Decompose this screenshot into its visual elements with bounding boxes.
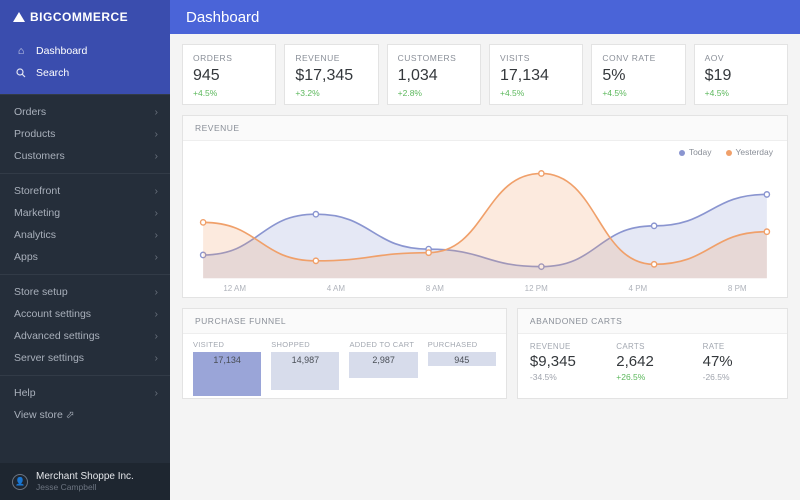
funnel-shopped: SHOPPED 14,987 <box>271 340 339 398</box>
nav-storefront[interactable]: Storefront› <box>0 180 170 202</box>
store-name: Merchant Shoppe Inc. <box>36 471 134 482</box>
panel-title: REVENUE <box>183 116 787 141</box>
legend-dot-today <box>679 150 685 156</box>
chevron-right-icon: › <box>155 207 159 219</box>
kpi-visits[interactable]: VISITS 17,134 +4.5% <box>489 44 583 105</box>
page-header: Dashboard <box>170 0 800 34</box>
abandoned-carts-panel: ABANDONED CARTS REVENUE $9,345 -34.5% CA… <box>517 308 788 399</box>
funnel-purchased: PURCHASED 945 <box>428 340 496 398</box>
search-icon <box>14 68 28 78</box>
home-icon: ⌂ <box>14 45 28 57</box>
nav-search[interactable]: Search <box>0 62 170 84</box>
page-title: Dashboard <box>186 9 259 26</box>
carts-count: CARTS 2,642 +26.5% <box>616 342 688 382</box>
chevron-right-icon: › <box>155 387 159 399</box>
nav-apps[interactable]: Apps› <box>0 246 170 268</box>
nav-top: ⌂ Dashboard Search <box>0 34 170 94</box>
account-switcher[interactable]: 👤 Merchant Shoppe Inc. Jesse Campbell <box>0 463 170 500</box>
content: ORDERS 945 +4.5% REVENUE $17,345 +3.2% C… <box>170 34 800 500</box>
kpi-aov[interactable]: AOV $19 +4.5% <box>694 44 788 105</box>
nav-analytics[interactable]: Analytics› <box>0 224 170 246</box>
chart-legend: Today Yesterday <box>679 147 773 157</box>
chart-svg <box>183 141 787 297</box>
nav-group-3: Store setup› Account settings› Advanced … <box>0 274 170 375</box>
chevron-right-icon: › <box>155 150 159 162</box>
user-icon: 👤 <box>12 474 28 490</box>
chevron-right-icon: › <box>155 352 159 364</box>
nav-view-store[interactable]: View store ⬀ <box>0 404 170 426</box>
main: Dashboard ORDERS 945 +4.5% REVENUE $17,3… <box>170 0 800 500</box>
chevron-right-icon: › <box>155 286 159 298</box>
sidebar: BIGCOMMERCE ⌂ Dashboard Search Orders› P… <box>0 0 170 500</box>
nav-server-settings[interactable]: Server settings› <box>0 347 170 369</box>
brand-logo: BIGCOMMERCE <box>0 0 170 34</box>
chevron-right-icon: › <box>155 229 159 241</box>
bottom-row: PURCHASE FUNNEL VISITED 17,134 SHOPPED 1… <box>182 308 788 409</box>
nav-group-4: Help› View store ⬀ <box>0 375 170 432</box>
nav-help[interactable]: Help› <box>0 382 170 404</box>
funnel-visited: VISITED 17,134 <box>193 340 261 398</box>
chevron-right-icon: › <box>155 251 159 263</box>
nav-customers[interactable]: Customers› <box>0 145 170 167</box>
kpi-row: ORDERS 945 +4.5% REVENUE $17,345 +3.2% C… <box>182 44 788 105</box>
x-axis-labels: 12 AM 4 AM 8 AM 12 PM 4 PM 8 PM <box>183 284 787 293</box>
nav-account-settings[interactable]: Account settings› <box>0 303 170 325</box>
panel-title: ABANDONED CARTS <box>518 309 787 334</box>
panel-title: PURCHASE FUNNEL <box>183 309 506 334</box>
kpi-orders[interactable]: ORDERS 945 +4.5% <box>182 44 276 105</box>
nav-advanced-settings[interactable]: Advanced settings› <box>0 325 170 347</box>
nav-products[interactable]: Products› <box>0 123 170 145</box>
revenue-chart: Today Yesterday 12 AM 4 AM 8 AM 12 PM 4 … <box>183 141 787 297</box>
funnel-added: ADDED TO CART 2,987 <box>349 340 417 398</box>
chevron-right-icon: › <box>155 185 159 197</box>
kpi-revenue[interactable]: REVENUE $17,345 +3.2% <box>284 44 378 105</box>
nav-orders[interactable]: Orders› <box>0 101 170 123</box>
carts-revenue: REVENUE $9,345 -34.5% <box>530 342 602 382</box>
nav-store-setup[interactable]: Store setup› <box>0 281 170 303</box>
nav-group-1: Orders› Products› Customers› <box>0 94 170 173</box>
nav-marketing[interactable]: Marketing› <box>0 202 170 224</box>
revenue-panel: REVENUE Today Yesterday 12 AM 4 AM 8 AM … <box>182 115 788 298</box>
chevron-right-icon: › <box>155 330 159 342</box>
chevron-right-icon: › <box>155 308 159 320</box>
kpi-conv-rate[interactable]: CONV RATE 5% +4.5% <box>591 44 685 105</box>
kpi-customers[interactable]: CUSTOMERS 1,034 +2.8% <box>387 44 481 105</box>
funnel-panel: PURCHASE FUNNEL VISITED 17,134 SHOPPED 1… <box>182 308 507 399</box>
user-name: Jesse Campbell <box>36 482 134 492</box>
chevron-right-icon: › <box>155 128 159 140</box>
carts-rate: RATE 47% -26.5% <box>703 342 775 382</box>
legend-dot-yesterday <box>726 150 732 156</box>
brand-icon <box>12 11 26 23</box>
nav-dashboard[interactable]: ⌂ Dashboard <box>0 40 170 62</box>
nav-group-2: Storefront› Marketing› Analytics› Apps› <box>0 173 170 274</box>
chevron-right-icon: › <box>155 106 159 118</box>
